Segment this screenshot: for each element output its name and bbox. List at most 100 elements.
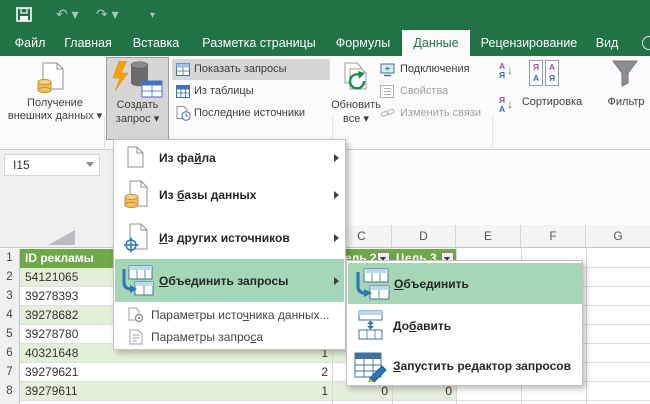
row-header-3[interactable]: 3 [0, 287, 20, 306]
menu-item-data-source-settings[interactable]: Параметры источника данных... [114, 304, 345, 326]
menu-item-label: Из других источников [159, 230, 290, 246]
cell-b7[interactable]: 2 [240, 363, 328, 382]
column-header-d[interactable]: D [392, 225, 456, 248]
submenu-item-append[interactable]: Добавить [347, 304, 582, 346]
row-header-4[interactable]: 4 [0, 306, 20, 325]
menu-item-combine-queries[interactable]: Объединить запросы [115, 259, 344, 302]
column-header-g[interactable]: G [586, 225, 650, 248]
submenu-arrow-icon [334, 154, 339, 162]
column-header-f[interactable]: F [521, 225, 586, 248]
submenu-item-label: Запустить редактор запросов [393, 358, 571, 374]
connections-icon [380, 63, 395, 77]
refresh-label-2: все ▾ [330, 113, 382, 126]
tab-data[interactable]: Данные [402, 30, 470, 56]
menu-item-from-database[interactable]: Из базы данных [114, 173, 345, 216]
tab-home[interactable]: Главная [58, 30, 118, 56]
append-icon [356, 310, 386, 340]
submenu-item-merge[interactable]: Объединить [348, 263, 582, 304]
sort-label: Сортировка [509, 96, 595, 109]
save-icon[interactable] [16, 7, 32, 22]
sort-box-letter: А [549, 62, 555, 73]
tab-review[interactable]: Рецензирование [474, 30, 584, 56]
data-source-settings-icon [128, 307, 144, 323]
row-header-1[interactable]: 1 [0, 249, 20, 268]
name-box-dropdown-icon[interactable] [86, 162, 94, 167]
tab-page-layout[interactable]: Разметка страницы [194, 30, 324, 56]
query-options-icon [128, 329, 144, 345]
submenu-item-label: Объединить [394, 276, 469, 292]
ribbon-tab-row: Файл Главная Вставка Разметка страницы Ф… [0, 30, 650, 56]
recent-sources-button[interactable]: Последние источники [172, 103, 330, 124]
tab-file[interactable]: Файл [8, 30, 52, 56]
menu-item-query-options[interactable]: Параметры запроса [114, 326, 345, 348]
excel-window: ↶ ▾ ↷ ▾ ▾ Файл Главная Вставка Разметка … [0, 0, 650, 404]
cell-a8[interactable]: 39279611 [25, 382, 225, 401]
row-header-5[interactable]: 5 [0, 325, 20, 344]
sort-desc-letter-a: А [499, 105, 505, 114]
edit-links-icon [380, 107, 395, 120]
combine-queries-icon [120, 265, 154, 297]
show-queries-button[interactable]: Показать запросы [172, 59, 330, 80]
tab-insert[interactable]: Вставка [126, 30, 186, 56]
redo-icon[interactable]: ↷ ▾ [96, 7, 119, 21]
submenu-item-launch-query-editor[interactable]: Запустить редактор запросов [347, 346, 582, 385]
cell-b8[interactable]: 1 [240, 382, 328, 401]
menu-item-label: Параметры источника данных... [151, 307, 329, 323]
sort-dialog-button[interactable]: Я А А Я Сортировка [515, 58, 601, 118]
query-editor-icon [354, 351, 388, 382]
row-header-2[interactable]: 2 [0, 268, 20, 287]
sort-asc-arrow-icon: ↓ [507, 63, 513, 77]
tab-formulas[interactable]: Формулы [328, 30, 398, 56]
new-query-label-2: запрос ▾ [107, 113, 168, 126]
menu-item-from-file[interactable]: Из файла [114, 142, 345, 173]
new-query-icon [111, 61, 165, 99]
merge-icon [354, 268, 390, 301]
refresh-icon [341, 62, 371, 96]
get-external-label-1: Получение [6, 97, 104, 110]
properties-button[interactable]: Свойства [378, 81, 490, 102]
get-external-data-button[interactable]: Получение внешних данных ▾ [6, 58, 104, 144]
edit-links-button[interactable]: Изменить связи [378, 103, 490, 124]
sort-asc-letter-ya: Я [499, 71, 505, 80]
from-file-icon [127, 146, 144, 168]
external-data-icon [36, 62, 68, 96]
from-table-button[interactable]: Из таблицы [172, 81, 330, 102]
select-all-icon[interactable] [48, 230, 75, 245]
connections-button[interactable]: Подключения [378, 59, 490, 80]
tab-view[interactable]: Вид [586, 30, 628, 56]
row-header-7[interactable]: 7 [0, 363, 20, 382]
get-external-label-2: внешних данных ▾ [6, 110, 104, 123]
new-query-menu: Из файла Из базы данных Из [113, 139, 346, 350]
ribbon: Получение внешних данных ▾ Создать запро… [0, 56, 650, 150]
submenu-arrow-icon [334, 191, 339, 199]
from-database-icon [124, 180, 150, 210]
menu-item-label: Из файла [159, 150, 216, 166]
sort-box-letter: Я [549, 73, 555, 84]
refresh-all-button[interactable]: Обновить все ▾ [334, 58, 378, 144]
menu-item-other-sources[interactable]: Из других источников [114, 216, 345, 259]
submenu-arrow-icon [334, 277, 339, 285]
from-table-label: Из таблицы [194, 81, 254, 101]
row-header-8[interactable]: 8 [0, 382, 20, 401]
recent-sources-icon [176, 106, 191, 121]
filter-button[interactable]: Фильтр [602, 58, 650, 118]
sort-icon-box-left: Я А [529, 60, 543, 86]
tell-me-icon[interactable] [642, 36, 650, 50]
undo-icon[interactable]: ↶ ▾ [56, 7, 79, 21]
column-header-e[interactable]: E [456, 225, 521, 248]
menu-item-label: Объединить запросы [159, 273, 288, 289]
edit-links-label: Изменить связи [400, 103, 481, 123]
menu-item-label: Из базы данных [159, 187, 256, 203]
other-sources-icon [124, 223, 150, 253]
properties-label: Свойства [400, 81, 448, 101]
row-header-6[interactable]: 6 [0, 344, 20, 363]
show-queries-icon [176, 63, 190, 76]
sort-box-letter: Я [533, 62, 539, 73]
new-query-button[interactable]: Создать запрос ▾ [106, 57, 169, 140]
combine-queries-submenu: Объединить Добавить [346, 260, 583, 386]
from-table-icon [176, 85, 190, 98]
filter-label: Фильтр [602, 96, 650, 109]
qat-customize-icon[interactable]: ▾ [150, 9, 155, 23]
cell-a7[interactable]: 39279621 [25, 363, 225, 382]
sort-box-letter: А [533, 73, 539, 84]
